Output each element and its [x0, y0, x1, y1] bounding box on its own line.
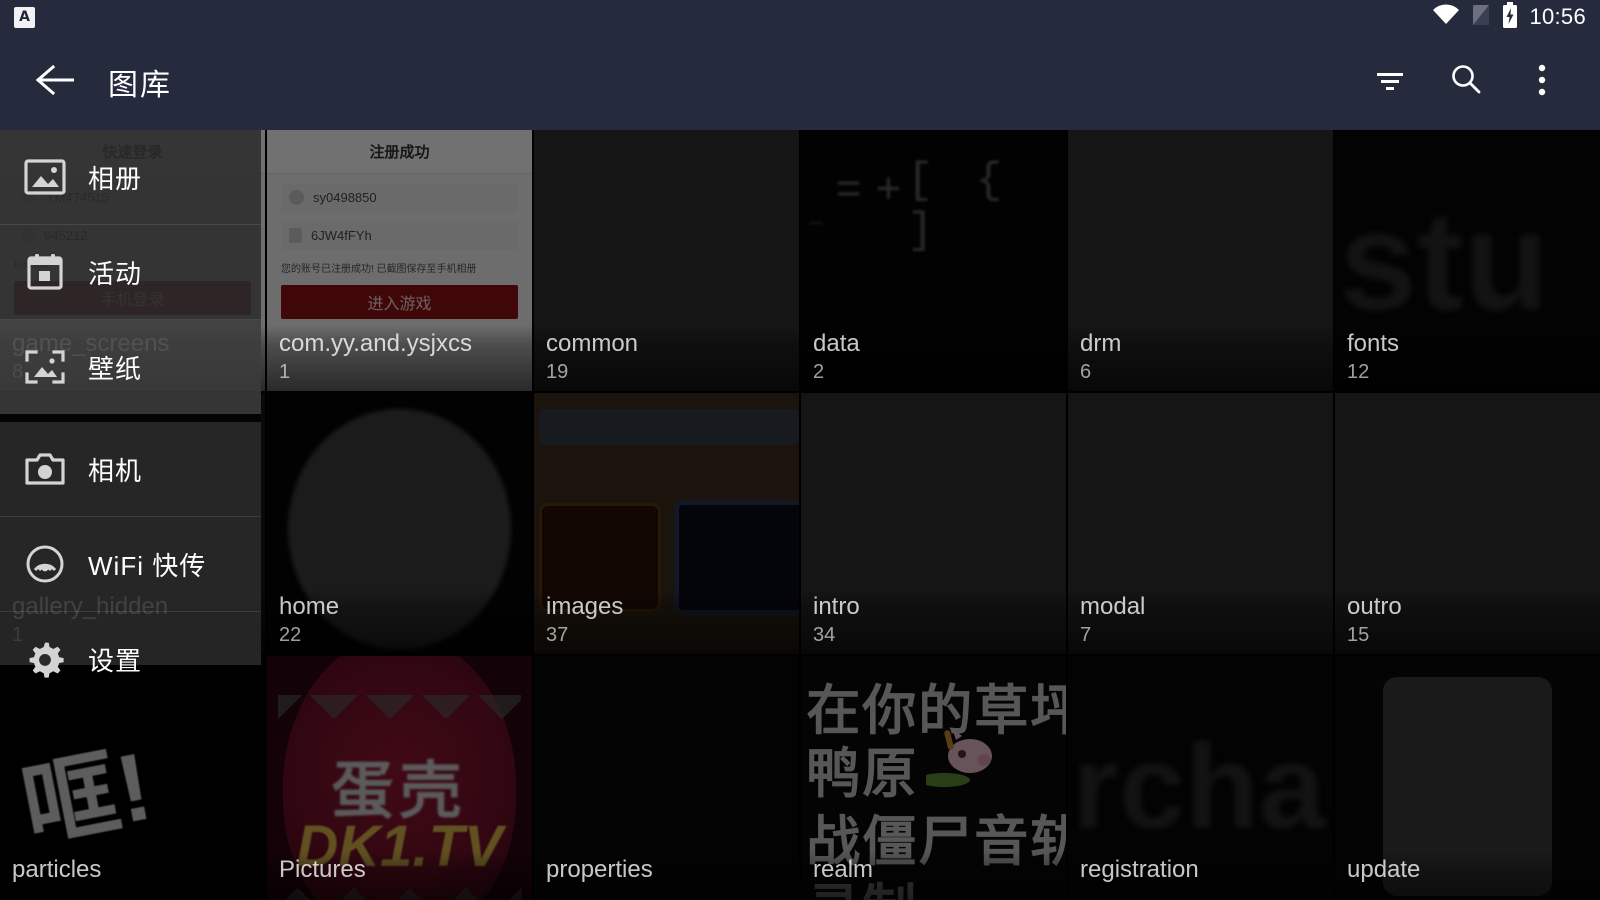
album-meta: drm 6	[1068, 325, 1333, 391]
wifi-icon	[1432, 3, 1460, 31]
app-toolbar: 图库	[0, 34, 1600, 130]
album-name: update	[1347, 856, 1421, 883]
album-meta: modal 7	[1068, 588, 1333, 654]
status-bar: A 10:56	[0, 0, 1600, 34]
album-cell[interactable]: home 22	[267, 393, 532, 654]
album-cell[interactable]: 注册成功 sy0498850 6JW4fFYh 您的账号已注册成功! 已截图保存…	[267, 130, 532, 391]
album-name: Pictures	[279, 856, 366, 883]
page-title: 图库	[108, 69, 172, 102]
photo-album-icon	[22, 154, 68, 200]
album-name: fonts	[1347, 330, 1400, 357]
album-name: common	[546, 330, 639, 357]
drawer-item-label: 活动	[88, 258, 143, 289]
search-icon	[1449, 63, 1483, 102]
album-count: 12	[1347, 361, 1370, 383]
album-name: drm	[1080, 330, 1122, 357]
drawer-item-albums[interactable]: 相册	[0, 130, 261, 224]
album-count: 37	[546, 624, 569, 646]
album-cell[interactable]: rcha registration	[1068, 656, 1333, 900]
album-cell[interactable]: properties	[534, 656, 799, 900]
wallpaper-icon	[22, 344, 68, 390]
album-name: outro	[1347, 593, 1402, 620]
album-name: com.yy.and.ysjxcs	[279, 330, 472, 357]
album-cell[interactable]: drm 6	[1068, 130, 1333, 391]
app-notification-glyph: A	[19, 9, 30, 25]
album-cell[interactable]: _ = + [ { ] data 2	[801, 130, 1066, 391]
album-meta: data 2	[801, 325, 1066, 391]
album-meta: intro 34	[801, 588, 1066, 654]
album-meta: Pictures	[267, 851, 532, 900]
album-name: particles	[12, 856, 102, 883]
album-count: 7	[1080, 624, 1092, 646]
status-bar-system-icons: 10:56	[1432, 1, 1586, 33]
back-button[interactable]	[28, 54, 84, 110]
album-meta: realm	[801, 851, 1066, 900]
album-meta: update	[1335, 851, 1600, 900]
settings-gear-icon	[22, 636, 68, 682]
album-count: 6	[1080, 361, 1092, 383]
drawer-item-label: 相机	[88, 455, 143, 486]
album-cell[interactable]: stu fonts 12	[1335, 130, 1600, 391]
album-name: home	[279, 593, 340, 620]
drawer-item-settings[interactable]: 设置	[0, 612, 261, 706]
battery-charging-icon	[1502, 1, 1518, 33]
album-name: intro	[813, 593, 860, 620]
album-meta: properties	[534, 851, 799, 900]
album-meta: fonts 12	[1335, 325, 1600, 391]
album-name: images	[546, 593, 624, 620]
album-name: properties	[546, 856, 653, 883]
filter-button[interactable]	[1366, 58, 1414, 106]
overflow-menu-icon	[1537, 63, 1547, 102]
navigation-drawer: 相册 活动 壁纸 相机 WiFi 快传 设置	[0, 130, 261, 678]
album-count: 22	[279, 624, 302, 646]
album-name: data	[813, 330, 860, 357]
overflow-menu-button[interactable]	[1518, 58, 1566, 106]
search-button[interactable]	[1442, 58, 1490, 106]
calendar-icon	[22, 249, 68, 295]
album-name: modal	[1080, 593, 1146, 620]
album-count: 34	[813, 624, 836, 646]
album-cell[interactable]: 在你的草坪 鸭原 战僵尸音轨 寻制 realm	[801, 656, 1066, 900]
album-cell[interactable]: update	[1335, 656, 1600, 900]
status-bar-clock: 10:56	[1529, 4, 1586, 29]
drawer-item-wallpaper[interactable]: 壁纸	[0, 320, 261, 414]
album-meta: images 37	[534, 588, 799, 654]
album-cell[interactable]: modal 7	[1068, 393, 1333, 654]
app-notification-icon: A	[14, 6, 35, 28]
signal-icon	[1471, 3, 1491, 32]
camera-icon	[22, 446, 68, 492]
status-bar-notifications: A	[14, 6, 35, 28]
album-meta: particles	[0, 851, 265, 900]
drawer-group-separator	[0, 414, 261, 422]
album-cell[interactable]: outro 15	[1335, 393, 1600, 654]
album-cell[interactable]: images 37	[534, 393, 799, 654]
album-meta: common 19	[534, 325, 799, 391]
toolbar-actions	[1366, 58, 1566, 106]
drawer-item-label: WiFi 快传	[88, 550, 207, 581]
drawer-item-label: 相册	[88, 163, 143, 194]
drawer-item-camera[interactable]: 相机	[0, 422, 261, 516]
album-count: 2	[813, 361, 825, 383]
drawer-item-activity[interactable]: 活动	[0, 225, 261, 319]
album-name: registration	[1080, 856, 1199, 883]
album-count: 19	[546, 361, 569, 383]
wifi-transfer-icon	[22, 541, 68, 587]
album-meta: home 22	[267, 588, 532, 654]
album-cell[interactable]: intro 34	[801, 393, 1066, 654]
drawer-item-wifi-transfer[interactable]: WiFi 快传	[0, 517, 261, 611]
album-name: realm	[813, 856, 874, 883]
album-meta: outro 15	[1335, 588, 1600, 654]
drawer-item-label: 壁纸	[88, 353, 143, 384]
album-count: 1	[279, 361, 291, 383]
back-arrow-icon	[35, 64, 76, 101]
gallery-app-screen: A 10:56 图库 com.yy.and.ysjxcs 1 common 19…	[0, 0, 1600, 900]
album-count: 15	[1347, 624, 1370, 646]
filter-icon	[1372, 65, 1408, 100]
album-meta: com.yy.and.ysjxcs 1	[267, 325, 532, 391]
drawer-item-label: 设置	[88, 645, 143, 676]
album-cell[interactable]: common 19	[534, 130, 799, 391]
album-meta: registration	[1068, 851, 1333, 900]
album-cell[interactable]: 蛋壳 DK1.TV Pictures	[267, 656, 532, 900]
